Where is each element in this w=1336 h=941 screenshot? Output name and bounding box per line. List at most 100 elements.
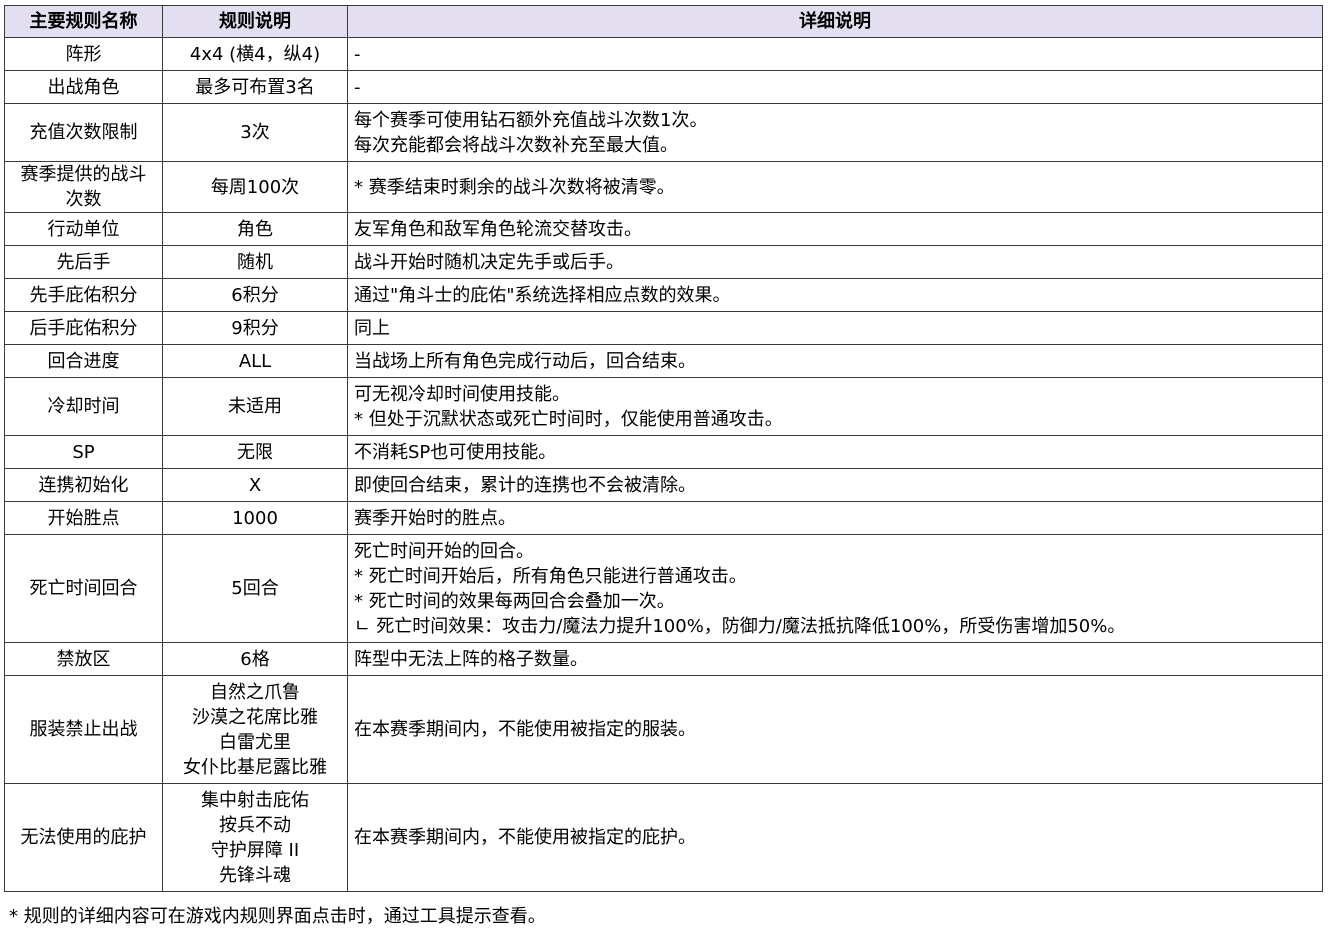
rule-detail-cell: 每个赛季可使用钻石额外充值战斗次数1次。 每次充能都会将战斗次数补充至最大值。 (347, 103, 1323, 162)
rules-table: 主要规则名称 规则说明 详细说明 阵形 4x4 (横4，纵4) - 出战角色 最多可布置… (4, 5, 1323, 892)
rule-value-cell: 每周100次 (162, 161, 348, 213)
rule-detail-cell-line: ㄴ 死亡时间效果：攻击力/魔法力提升100%，防御力/魔法抵抗降低100%，所受… (354, 615, 1126, 637)
rule-value-cell-line: X (248, 474, 262, 496)
table-row: 先手庇佑积分 6积分 通过"角斗士的庇佑"系统选择相应点数的效果。 (4, 278, 1323, 312)
rule-name-cell-line: 行动单位 (47, 218, 120, 240)
rule-value-cell-line: ALL (238, 350, 272, 372)
rule-name-cell: 开始胜点 (4, 501, 163, 535)
rule-value-cell-line: 随机 (237, 251, 273, 273)
table-row: 赛季提供的战斗 次数 每周100次 * 赛季结束时剩余的战斗次数将被清零。 (4, 161, 1323, 213)
rule-value-cell: 最多可布置3名 (162, 70, 348, 104)
table-row: 回合进度 ALL 当战场上所有角色完成行动后，回合结束。 (4, 344, 1323, 378)
table-row: 先后手 随机 战斗开始时随机决定先手或后手。 (4, 245, 1323, 279)
rule-name-cell: 连携初始化 (4, 468, 163, 502)
rule-value-cell: 9积分 (162, 311, 348, 345)
rule-name-cell: 阵形 (4, 37, 163, 71)
rule-detail-cell-line: - (354, 43, 361, 65)
rule-value-cell-line: 9积分 (231, 317, 279, 339)
rule-detail-cell: * 赛季结束时剩余的战斗次数将被清零。 (347, 161, 1323, 213)
rule-value-cell: ALL (162, 344, 348, 378)
rule-name-cell: 行动单位 (4, 212, 163, 246)
footnote: * 规则的详细内容可在游戏内规则界面点击时，通过工具提示查看。 (9, 906, 546, 927)
rule-name-cell-line: 赛季提供的战斗 (20, 164, 147, 185)
rule-detail-cell: 在本赛季期间内，不能使用被指定的服装。 (347, 675, 1323, 784)
table-header-row: 主要规则名称 规则说明 详细说明 (4, 5, 1323, 38)
rule-detail-cell-line: 通过"角斗士的庇佑"系统选择相应点数的效果。 (354, 284, 731, 306)
rule-detail-cell: 可无视冷却时间使用技能。 * 但处于沉默状态或死亡时间时，仅能使用普通攻击。 (347, 377, 1323, 436)
rule-value-cell: 6格 (162, 642, 348, 676)
rules-body: 阵形 4x4 (横4，纵4) - 出战角色 最多可布置3名 - 充值次数限制 3次 每个赛季可使… (4, 37, 1323, 892)
rule-name-cell-line: 禁放区 (56, 648, 111, 670)
rule-value-cell-line: 集中射击庇佑 (201, 789, 309, 811)
rule-name-cell-line: 先后手 (56, 251, 111, 273)
rule-value-cell: 角色 (162, 212, 348, 246)
rule-name-cell: 先后手 (4, 245, 163, 279)
rule-value-cell: 无限 (162, 435, 348, 469)
rule-value-cell: 3次 (162, 103, 348, 162)
rule-name-cell: 服装禁止出战 (4, 675, 163, 784)
rule-detail-cell-line: 即使回合结束，累计的连携也不会被清除。 (354, 474, 696, 496)
table-row: SP 无限 不消耗SP也可使用技能。 (4, 435, 1323, 469)
rule-detail-cell: 不消耗SP也可使用技能。 (347, 435, 1323, 469)
rule-detail-cell: 战斗开始时随机决定先手或后手。 (347, 245, 1323, 279)
rule-value-cell-line: 5回合 (231, 578, 279, 599)
rule-value-cell: 6积分 (162, 278, 348, 312)
rule-detail-cell-line: * 赛季结束时剩余的战斗次数将被清零。 (354, 176, 675, 198)
rule-value-cell-line: 按兵不动 (219, 814, 291, 836)
rule-name-cell-line: 服装禁止出战 (29, 719, 138, 740)
rule-detail-cell: 同上 (347, 311, 1323, 345)
rule-detail-cell-line: 不消耗SP也可使用技能。 (354, 441, 557, 463)
rule-name-cell: 无法使用的庇护 (4, 783, 163, 892)
rule-detail-cell-line: * 死亡时间的效果每两回合会叠加一次。 (354, 590, 675, 612)
rule-value-cell: 未适用 (162, 377, 348, 436)
rule-detail-cell-line: 同上 (354, 317, 390, 339)
rule-name-cell-line: 阵形 (65, 43, 102, 65)
rule-detail-cell-line: 可无视冷却时间使用技能。 (354, 383, 570, 405)
rule-detail-cell-line: * 死亡时间开始后，所有角色只能进行普通攻击。 (354, 565, 747, 587)
rule-value-cell-line: 6格 (240, 648, 270, 670)
rule-detail-cell: 友军角色和敌军角色轮流交替攻击。 (347, 212, 1323, 246)
rule-value-cell-line: 先锋斗魂 (219, 864, 291, 886)
rule-detail-cell: 即使回合结束，累计的连携也不会被清除。 (347, 468, 1323, 502)
rule-value-cell-line: 白雷尤里 (219, 731, 291, 753)
rule-value-cell-line: 自然之爪鲁 (210, 681, 300, 703)
rule-name-cell: SP (4, 435, 163, 469)
table-row: 行动单位 角色 友军角色和敌军角色轮流交替攻击。 (4, 212, 1323, 246)
table-row: 无法使用的庇护 集中射击庇佑 按兵不动守护屏障 II 先锋斗魂 在本赛季期间内，不能使用… (4, 783, 1323, 892)
rule-name-cell: 回合进度 (4, 344, 163, 378)
rule-value-cell-line: 女仆比基尼露比雅 (183, 756, 327, 778)
rule-name-cell: 先手庇佑积分 (4, 278, 163, 312)
rule-detail-cell: - (347, 37, 1323, 71)
rule-value-cell: 集中射击庇佑 按兵不动守护屏障 II 先锋斗魂 (162, 783, 348, 892)
table-row: 阵形 4x4 (横4，纵4) - (4, 37, 1323, 71)
header-rule-name: 主要规则名称 (4, 5, 163, 38)
rule-value-cell: 4x4 (横4，纵4) (162, 37, 348, 71)
rule-detail-cell-line: 友军角色和敌军角色轮流交替攻击。 (354, 218, 642, 240)
rule-detail-cell-line: 死亡时间开始的回合。 (354, 540, 534, 562)
header-detail-description: 详细说明 (347, 5, 1323, 38)
rule-detail-cell-line: * 但处于沉默状态或死亡时间时，仅能使用普通攻击。 (354, 408, 783, 430)
table-row: 后手庇佑积分 9积分 同上 (4, 311, 1323, 345)
rule-name-cell-line: 回合进度 (47, 350, 120, 372)
rule-detail-cell: 在本赛季期间内，不能使用被指定的庇护。 (347, 783, 1323, 892)
rule-name-cell: 赛季提供的战斗 次数 (4, 161, 163, 213)
rule-detail-cell: 阵型中无法上阵的格子数量。 (347, 642, 1323, 676)
rule-name-cell-line: 后手庇佑积分 (29, 317, 138, 339)
table-row: 充值次数限制 3次 每个赛季可使用钻石额外充值战斗次数1次。 每次充能都会将战斗次数补… (4, 103, 1323, 162)
rule-name-cell-line: 开始胜点 (47, 507, 120, 529)
rule-detail-cell: 赛季开始时的胜点。 (347, 501, 1323, 535)
rule-value-cell-line: 沙漠之花席比雅 (192, 706, 318, 728)
rule-value-cell-line: 1000 (232, 507, 278, 529)
rule-value-cell-line: 4x4 (横4，纵4) (189, 43, 321, 65)
rule-detail-cell: 当战场上所有角色完成行动后，回合结束。 (347, 344, 1323, 378)
table-row: 连携初始化 X 即使回合结束，累计的连携也不会被清除。 (4, 468, 1323, 502)
table-row: 出战角色 最多可布置3名 - (4, 70, 1323, 104)
table-row: 禁放区 6格 阵型中无法上阵的格子数量。 (4, 642, 1323, 676)
rule-value-cell-line: 3次 (240, 122, 270, 143)
rule-detail-cell-line: 战斗开始时随机决定先手或后手。 (354, 251, 624, 273)
rule-value-cell-line: 守护屏障 II (210, 839, 300, 861)
rule-name-cell-line: SP (72, 441, 95, 463)
rule-detail-cell-line: 在本赛季期间内，不能使用被指定的服装。 (354, 719, 696, 740)
rule-value-cell: 随机 (162, 245, 348, 279)
rule-detail-cell-line: 当战场上所有角色完成行动后，回合结束。 (354, 350, 696, 372)
